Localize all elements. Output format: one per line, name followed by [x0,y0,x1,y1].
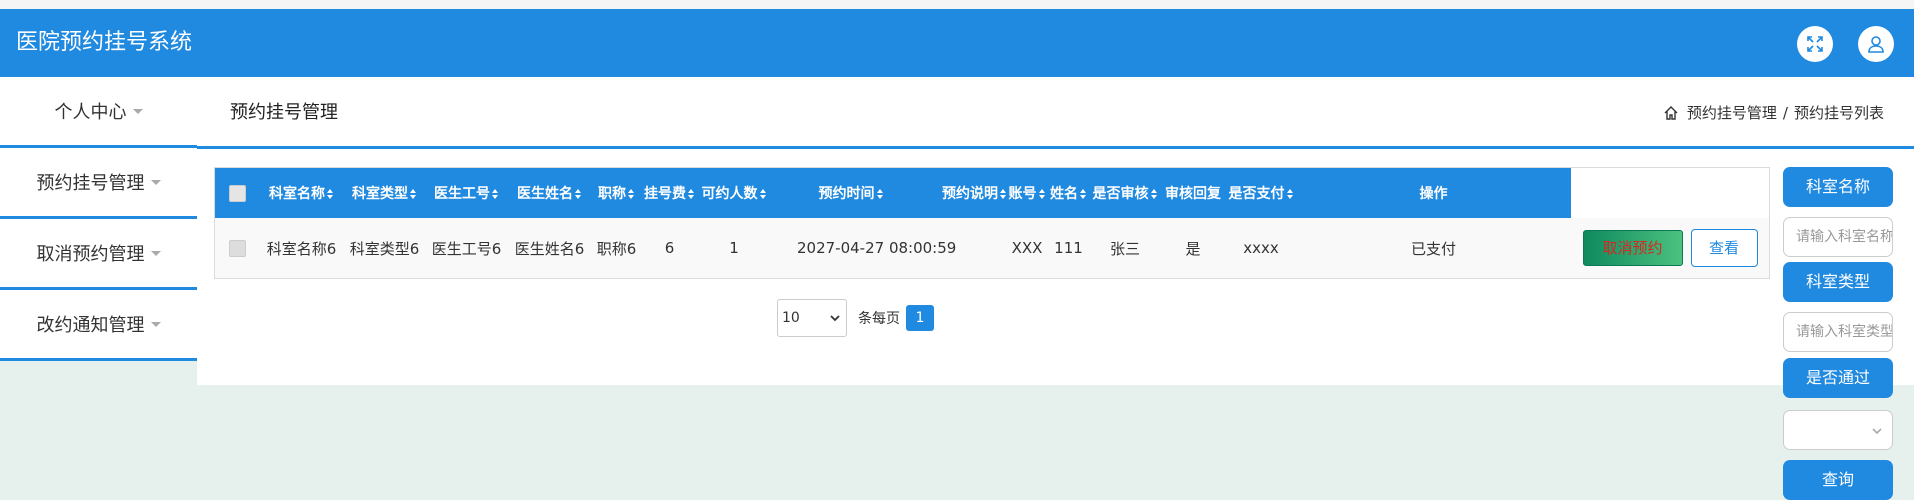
page-header: 预约挂号管理 预约挂号管理 / 预约挂号列表 [197,77,1914,149]
fullscreen-icon [1807,36,1823,52]
table-cell: 职称6 [596,239,637,258]
appointment-table: 科室名称 科室类型 医生工号 医生姓名 职称 挂号费 可约人数 预约时间 预约说… [214,167,1770,279]
column-header[interactable]: 职称 [591,168,642,218]
sort-icon[interactable] [759,189,767,199]
column-header[interactable]: 医生姓名 [508,168,591,218]
caret-down-icon [150,321,161,327]
table-header-row: 科室名称 科室类型 医生工号 医生姓名 职称 挂号费 可约人数 预约时间 预约说… [215,168,1769,218]
sort-icon[interactable] [876,189,884,199]
app-title: 医院预约挂号系统 [16,30,193,55]
column-header[interactable]: 挂号费 [642,168,697,218]
sort-icon[interactable] [410,189,417,199]
caret-down-icon [150,179,161,185]
column-header[interactable]: 预约说明 [931,168,1007,218]
home-icon[interactable] [1663,105,1679,121]
breadcrumb-item-appointment-management[interactable]: 预约挂号管理 [1687,77,1777,149]
table-cell: 6 [664,239,675,257]
sort-icon[interactable] [628,189,635,199]
approved-label: 是否通过 [1783,358,1893,398]
window-top-strip [0,0,1914,9]
table-cell: 111 [1054,239,1083,257]
sidebar-item-reschedule-notice[interactable]: 改约通知管理 [0,290,197,361]
sidebar-item-label: 取消预约管理 [36,244,145,265]
column-header: 审核回复 [1165,186,1221,202]
user-menu-button[interactable] [1858,26,1894,62]
column-header: 操作 [1419,186,1448,202]
column-header[interactable]: 预约时间 [771,168,931,218]
table-cell: 已支付 [1410,239,1456,258]
column-header[interactable]: 科室名称 [259,168,344,218]
sort-icon[interactable] [575,189,582,199]
app-header: 医院预约挂号系统 [0,9,1914,77]
page-number-button[interactable]: 1 [906,305,934,331]
sort-icon[interactable] [1000,189,1007,199]
sort-icon[interactable] [1286,189,1294,199]
column-header[interactable]: 姓名 [1047,168,1090,218]
dept-type-input[interactable]: 请输入科室类型 [1783,312,1893,352]
select-all-cell[interactable] [215,168,259,218]
query-button[interactable]: 查询 [1783,460,1893,500]
sidebar-item-personal-center[interactable]: 个人中心 [0,77,197,148]
row-select-cell[interactable] [215,218,259,278]
cancel-appointment-button[interactable]: 取消预约 [1582,230,1683,266]
dept-type-label: 科室类型 [1783,262,1893,302]
table-cell: 科室名称6 [266,239,337,258]
chevron-down-icon [830,315,840,322]
page-title: 预约挂号管理 [230,102,338,123]
view-button[interactable]: 查看 [1690,229,1758,267]
sidebar-item-label: 改约通知管理 [36,315,145,336]
fullscreen-button[interactable] [1797,26,1833,62]
sidebar-item-cancel-management[interactable]: 取消预约管理 [0,219,197,290]
table-cell: 2027-04-27 08:00:59 [797,239,957,257]
column-header[interactable]: 账号 [1007,168,1047,218]
breadcrumb: 预约挂号管理 / 预约挂号列表 [1663,77,1884,149]
page-size-value: 10 [782,310,800,326]
sidebar: 个人中心 预约挂号管理 取消预约管理 改约通知管理 [0,77,197,361]
table-cell: 科室类型6 [349,239,420,258]
approved-select[interactable] [1783,410,1893,450]
sidebar-item-label: 预约挂号管理 [36,173,145,194]
table-cell: 张三 [1109,239,1140,258]
breadcrumb-item-appointment-list: 预约挂号列表 [1793,104,1884,122]
sort-icon[interactable] [492,189,499,199]
breadcrumb-separator: / [1782,104,1788,122]
column-header[interactable]: 可约人数 [697,168,771,218]
caret-down-icon [132,108,143,114]
dept-name-input[interactable]: 请输入科室名称 [1783,217,1893,257]
sort-icon[interactable] [327,189,334,199]
table-cell: 医生姓名6 [514,239,585,258]
pagination: 10 条每页 1 [777,299,934,337]
page-size-select[interactable]: 10 [777,299,847,337]
table-cell: 医生工号6 [431,239,502,258]
caret-down-icon [150,250,161,256]
row-checkbox[interactable] [228,240,246,257]
sort-icon[interactable] [1150,189,1158,199]
per-page-label: 条每页 [858,311,900,327]
sort-icon[interactable] [1080,189,1087,199]
table-row: 科室名称6 科室类型6 医生工号6 医生姓名6 职称6 6 1 2027-04-… [215,218,1769,278]
chevron-down-icon [1872,428,1882,435]
select-all-checkbox[interactable] [228,184,246,202]
user-icon [1868,36,1884,53]
table-cell: 是 [1185,239,1201,258]
column-header[interactable]: 科室类型 [344,168,425,218]
column-header[interactable]: 是否支付 [1226,168,1296,218]
table-cell: 1 [729,239,739,257]
table-cell: XXX [1011,239,1043,257]
column-header[interactable]: 医生工号 [425,168,508,218]
sort-icon[interactable] [688,189,695,199]
row-actions: 取消预约 查看 [1571,218,1769,278]
main-content: 预约挂号管理 预约挂号管理 / 预约挂号列表 科室名称 科室类型 医生工号 医生… [197,77,1914,385]
sidebar-item-label: 个人中心 [54,102,127,123]
dept-name-label: 科室名称 [1783,167,1893,207]
sort-icon[interactable] [1038,189,1046,199]
column-header[interactable]: 是否审核 [1090,168,1160,218]
table-cell: xxxx [1243,239,1279,257]
sidebar-item-appointment-management[interactable]: 预约挂号管理 [0,148,197,219]
